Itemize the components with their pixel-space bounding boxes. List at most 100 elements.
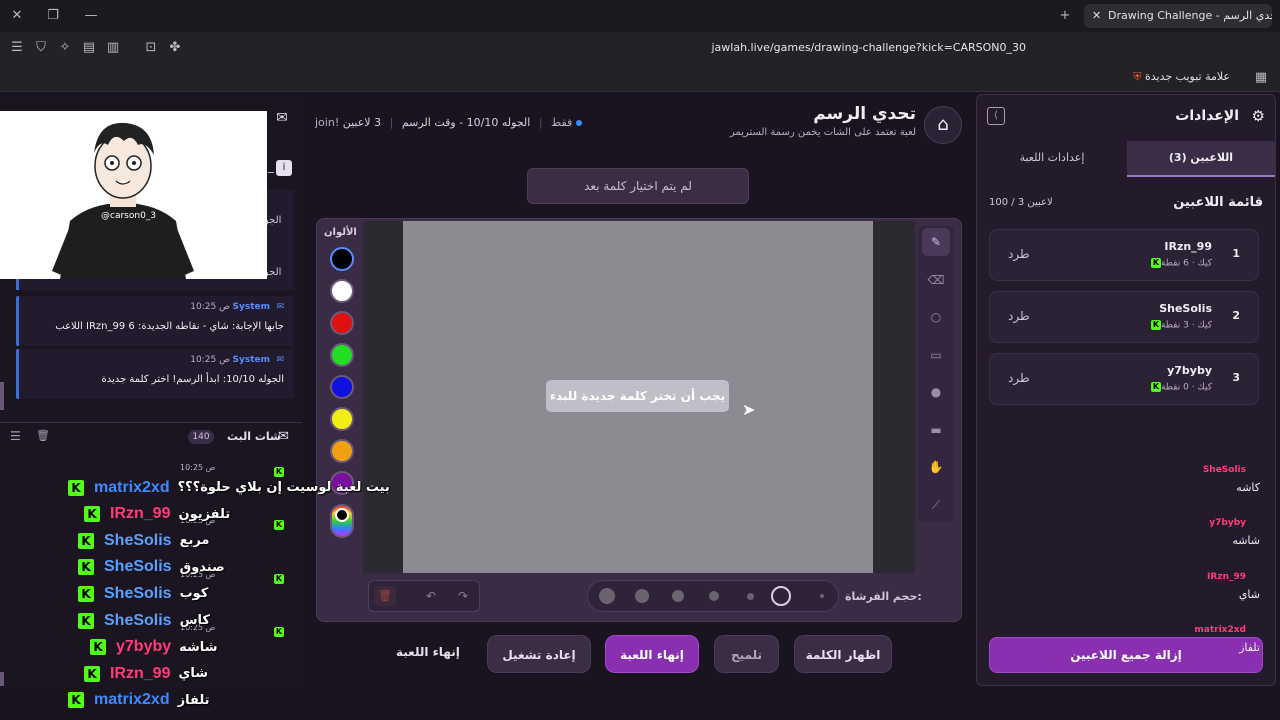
sidebar-icon[interactable]: ▥ — [104, 39, 122, 57]
bookmark-new-tab[interactable]: ⛨ علامة تبويب جديدة — [1133, 70, 1230, 84]
overlay-chat-row: K SheSolis كاس — [78, 610, 210, 636]
chat-username: SheSolis — [1202, 465, 1246, 475]
browser-tabbar: ✕ ❐ — + ✕ Drawing Challenge - تحدي الرسم — [0, 0, 1280, 32]
player-points: كيك · 6 نقطة — [1160, 258, 1212, 269]
clear-canvas-icon[interactable]: 🗑 — [374, 586, 396, 606]
chat-bubble-icon: ✉ — [276, 110, 288, 126]
overlay-username: SheSolis — [104, 531, 172, 549]
color-swatch[interactable] — [330, 247, 354, 271]
players-heading: قائمة اللاعبين — [1173, 195, 1263, 210]
overlay-username: SheSolis — [104, 584, 172, 602]
color-swatch[interactable] — [330, 311, 354, 335]
partial-header-text: ــ — [268, 165, 274, 176]
url-text[interactable]: jawlah.live/games/drawing-challenge?kick… — [712, 41, 1027, 54]
restore-window-icon[interactable]: ❐ — [44, 7, 62, 25]
current-color-indicator — [335, 508, 349, 522]
kick-logo-icon: K — [78, 559, 94, 576]
trash-icon[interactable]: 🗑 — [36, 429, 50, 442]
tab-players[interactable]: اللاعبين (3) — [1127, 141, 1275, 177]
kick-player-button[interactable]: طرد — [1008, 309, 1030, 323]
filter-icon[interactable]: ☰ — [10, 429, 21, 443]
overlay-chat-row: Kmatrix2xd بيت لعبة لوسيت إن بلاي حلوة؟؟؟ — [68, 477, 390, 503]
kick-logo-icon: K — [78, 585, 94, 602]
brush-size-option[interactable] — [709, 591, 719, 601]
brush-size-option[interactable] — [820, 594, 824, 598]
end-game-link[interactable]: إنهاء اللعبة — [396, 645, 460, 659]
message-sender: System — [232, 355, 271, 365]
player-rank: 2 — [1232, 309, 1240, 322]
color-swatch[interactable] — [330, 407, 354, 431]
chat-username: matrix2xd — [1194, 625, 1246, 635]
overlay-chat-row: Ky7byby شاشه — [90, 637, 217, 663]
home-button[interactable]: ⌂ — [924, 106, 962, 144]
kick-logo-icon: K — [1150, 382, 1161, 392]
kick-logo-icon: K — [1150, 320, 1161, 330]
color-swatch[interactable] — [330, 279, 354, 303]
brush-size-option[interactable] — [672, 590, 684, 602]
new-tab-icon[interactable]: + — [1056, 7, 1074, 25]
overlay-username: IRzn_99 — [110, 664, 171, 682]
pen-tool-icon[interactable]: ✎ — [922, 228, 950, 256]
undo-icon[interactable]: ↶ — [420, 586, 442, 606]
system-message: ✉ System 10:25 ص الجوله 10/10: ابدأ الرسم! … — [16, 349, 294, 399]
apps-grid-icon[interactable]: ▦ — [1252, 69, 1270, 87]
color-swatch[interactable] — [330, 439, 354, 463]
chat-scrollbar[interactable] — [0, 382, 4, 410]
close-window-icon[interactable]: ✕ — [8, 7, 26, 25]
chat-time: 10:25 ص — [180, 463, 216, 472]
color-swatch[interactable] — [330, 375, 354, 399]
chat-text: تلفاز — [1239, 641, 1260, 654]
color-swatch[interactable] — [330, 343, 354, 367]
reveal-word-button[interactable]: اظهار الكلمة — [794, 635, 892, 673]
kick-player-button[interactable]: طرد — [1008, 371, 1030, 385]
overlay-username: SheSolis — [104, 558, 172, 576]
stream-chat-scrollbar[interactable] — [0, 672, 4, 686]
system-message: ✉ System 10:25 ص اللاعب IRzn_99 جابها الإجا… — [16, 296, 294, 346]
message-time: 10:25 ص — [190, 302, 230, 312]
puzzle-icon[interactable]: ✤ — [166, 39, 184, 57]
extensions-icon[interactable]: ✧ — [56, 39, 74, 57]
minimize-window-icon[interactable]: — — [82, 7, 100, 25]
settings-title: الإعدادات — [1175, 108, 1239, 124]
redo-icon[interactable]: ↷ — [452, 586, 474, 606]
tab-close-icon[interactable]: ✕ — [1092, 4, 1101, 28]
brush-size-label: حجم الفرشاة: — [845, 590, 922, 603]
brush-size-option[interactable] — [635, 589, 649, 603]
browser-toolbar: ☰ ⛉ ✧ ▤ ▥ ⊡ ✤ ▲ ⛨ ↶ ⚙ ⚑ ↻ ‹ › — [0, 32, 1280, 92]
fill-bucket-tool-icon[interactable]: ✋ — [922, 453, 950, 481]
brush-size-option[interactable] — [746, 592, 754, 600]
tab-game-settings[interactable]: إعدادات اللعبة — [977, 141, 1127, 177]
hint-button[interactable]: تلميح — [714, 635, 779, 673]
remove-all-players-button[interactable]: إزالة جميع اللاعبين — [989, 637, 1263, 673]
menu-icon[interactable]: ☰ — [8, 39, 26, 57]
stream-chat-count: 140 — [188, 430, 214, 444]
active-tab[interactable]: ✕ Drawing Challenge - تحدي الرسم — [1084, 4, 1272, 28]
page-title: تحدي الرسم — [813, 104, 916, 124]
message-text: اللاعب IRzn_99 جابها الإجابة: شاي - نقاط… — [55, 321, 284, 332]
collapse-panel-icon[interactable]: ⟨ — [987, 107, 1005, 125]
screenshot-icon[interactable]: ⊡ — [142, 39, 160, 57]
circle-tool-icon[interactable]: ○ — [922, 303, 950, 331]
wallet-icon[interactable]: ▤ — [80, 39, 98, 57]
custom-color-picker[interactable] — [330, 504, 354, 538]
filled-circle-tool-icon[interactable]: ● — [922, 378, 950, 406]
brush-size-option[interactable] — [599, 588, 615, 604]
overlay-username: matrix2xd — [94, 478, 170, 496]
overlay-message: صندوق — [179, 559, 225, 575]
settings-panel: ⚙ الإعدادات ⟨ اللاعبين (3) إعدادات اللعب… — [976, 94, 1276, 686]
end-game-button[interactable]: إنهاء اللعبة — [605, 635, 699, 673]
eraser-tool-icon[interactable]: ⌫ — [922, 266, 950, 294]
kick-player-button[interactable]: طرد — [1008, 247, 1030, 261]
brush-size-option[interactable] — [771, 586, 791, 606]
info-icon[interactable]: i — [276, 160, 292, 176]
filled-rectangle-tool-icon[interactable]: ▬ — [922, 416, 950, 444]
home-icon: ⌂ — [937, 114, 949, 135]
restart-button[interactable]: إعادة تشغيل — [487, 635, 591, 673]
chat-username: y7byby — [1209, 518, 1246, 528]
rectangle-tool-icon[interactable]: ▭ — [922, 341, 950, 369]
overlay-chat-row: K IRzn_99 شاي — [84, 663, 208, 689]
line-tool-icon[interactable]: ⟋ — [922, 491, 950, 519]
stream-chat-title: شات البث — [227, 430, 281, 443]
shield-icon[interactable]: ⛉ — [32, 39, 50, 57]
online-dot — [575, 120, 582, 126]
